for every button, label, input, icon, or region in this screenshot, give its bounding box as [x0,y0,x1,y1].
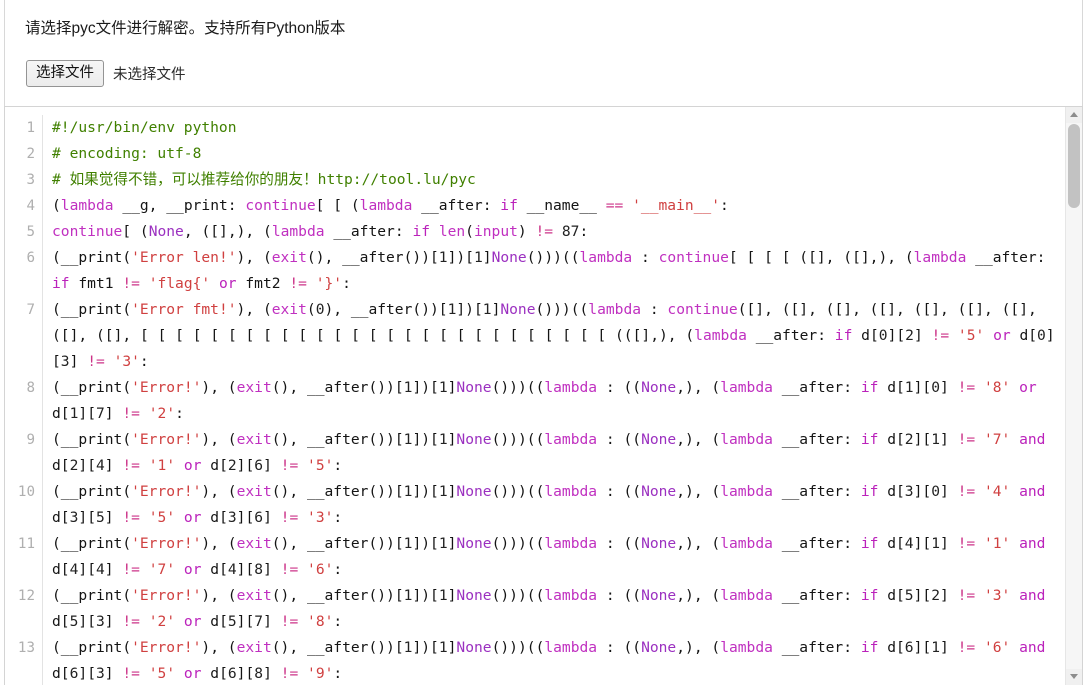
line-number: 1 [26,120,35,136]
line-number: 9 [26,432,35,448]
code-line: # encoding: utf-8 [52,145,202,162]
scrollbar-thumb[interactable] [1068,124,1080,208]
line-number: 10 [17,484,35,500]
scroll-down-arrow-icon [1070,674,1078,679]
line-number: 11 [17,536,35,552]
line-number: 4 [26,198,35,214]
line-number: 6 [26,250,35,266]
line-number-gutter: 1 2 3 4 5 6 7 8 9 10 11 12 13 [5,115,43,685]
scroll-up-button[interactable] [1066,107,1082,123]
code-line: (__print('Error!'), (exit(), __after())[… [52,587,1046,630]
code-line: (lambda __g, __print: continue[ [ (lambd… [52,197,729,214]
scroll-down-button[interactable] [1066,669,1082,685]
code-line: (__print('Error!'), (exit(), __after())[… [52,535,1046,578]
page-root: 请选择pyc文件进行解密。支持所有Python版本 选择文件 未选择文件 123… [0,0,1083,685]
code-line: (__print('Error!'), (exit(), __after())[… [52,639,1046,682]
file-input-row: 选择文件 未选择文件 [26,60,186,87]
line-number: 5 [26,224,35,240]
code-line: continue[ (None, ([],), (lambda __after:… [52,223,589,240]
choose-file-button[interactable]: 选择文件 [26,60,104,87]
code-line: #!/usr/bin/env python [52,119,237,136]
code-line: (__print('Error fmt!'), (exit(0), __afte… [52,301,1055,370]
code-line: (__print('Error!'), (exit(), __after())[… [52,483,1046,526]
code-table: 1 2 3 4 5 6 7 8 9 10 11 12 13 #!/usr/bin/env python #… [5,107,1065,685]
line-number: 3 [26,172,35,188]
code-line: # 如果觉得不错，可以推荐给你的朋友！http://tool.lu/pyc [52,171,476,188]
page-title: 请选择pyc文件进行解密。支持所有Python版本 [25,20,346,37]
code-viewer[interactable]: 1 2 3 4 5 6 7 8 9 10 11 12 13 #!/usr/bin/env python #… [4,106,1083,685]
vertical-scrollbar[interactable] [1065,107,1082,685]
scroll-up-arrow-icon [1070,112,1078,117]
code-line: (__print('Error!'), (exit(), __after())[… [52,379,1037,422]
code-line: (__print('Error!'), (exit(), __after())[… [52,431,1046,474]
line-number: 13 [17,640,35,656]
selected-file-label: 未选择文件 [113,67,186,83]
line-number: 7 [26,302,35,318]
upload-panel: 请选择pyc文件进行解密。支持所有Python版本 选择文件 未选择文件 [4,0,1083,106]
code-scroll-area: 1 2 3 4 5 6 7 8 9 10 11 12 13 #!/usr/bin/env python #… [5,107,1065,685]
line-number: 12 [17,588,35,604]
line-number: 8 [26,380,35,396]
line-number: 2 [26,146,35,162]
code-line: (__print('Error len!'), (exit(), __after… [52,249,1046,292]
code-content[interactable]: #!/usr/bin/env python # encoding: utf-8 # … [43,115,1065,685]
